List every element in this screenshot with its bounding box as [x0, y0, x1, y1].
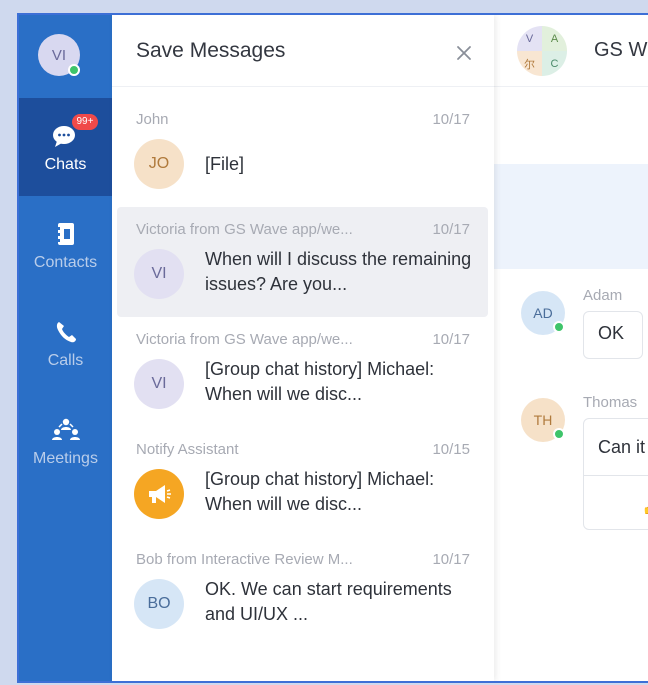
online-status-dot: [553, 321, 565, 333]
message-sender: John: [136, 111, 169, 128]
close-icon[interactable]: [456, 45, 472, 61]
avatar-initials: AD: [533, 305, 553, 321]
saved-message-item[interactable]: Notify Assistant 10/15 [Group chat histo…: [117, 427, 488, 537]
notice-band: [494, 164, 648, 269]
online-status-dot: [553, 428, 565, 440]
panel-title: Save Messages: [136, 38, 286, 62]
thumbs-up-icon[interactable]: 👍: [642, 497, 648, 517]
meeting-people-icon: [51, 416, 81, 444]
chat-area: V A 尔 C GS W Adam AD OK Thomas TH Can it: [494, 15, 648, 681]
saved-message-item[interactable]: Victoria from GS Wave app/we... 10/17 VI…: [117, 317, 488, 427]
chat-bubble[interactable]: OK: [583, 311, 643, 359]
group-avatar-cell: A: [542, 26, 567, 51]
save-messages-panel: Save Messages John 10/17 JO [File] Victo…: [112, 15, 494, 681]
message-preview: [File]: [205, 154, 245, 174]
avatar[interactable]: AD: [521, 291, 565, 335]
message-sender: Victoria from GS Wave app/we...: [136, 221, 353, 238]
message-date: 10/17: [432, 551, 470, 568]
avatar: JO: [134, 139, 184, 189]
chat-message-sender: Thomas: [583, 394, 638, 411]
avatar: VI: [134, 249, 184, 299]
bubble-divider: [584, 475, 648, 476]
chat-header: V A 尔 C GS W: [494, 15, 648, 87]
message-preview: [Group chat history] Michael: When will …: [205, 469, 435, 514]
avatar-initials: BO: [147, 595, 171, 612]
message-date: 10/17: [432, 111, 470, 128]
sidebar: VI 99+ Chats Contacts Calls Meetings: [19, 15, 112, 681]
sidebar-item-meetings[interactable]: Meetings: [19, 392, 112, 490]
avatar-initials: TH: [533, 412, 553, 428]
sidebar-item-label: Meetings: [33, 450, 98, 467]
user-avatar-initials: VI: [51, 46, 67, 64]
saved-message-item[interactable]: Victoria from GS Wave app/we... 10/17 VI…: [117, 207, 488, 317]
message-preview: [Group chat history] Michael: When will …: [205, 359, 435, 404]
group-avatar-cell: V: [517, 26, 542, 51]
chat-bubble[interactable]: Can it 👍: [583, 418, 648, 530]
group-avatar-cell: 尔: [517, 51, 542, 76]
megaphone-icon: [134, 469, 184, 519]
message-sender: Notify Assistant: [136, 441, 239, 458]
saved-message-item[interactable]: John 10/17 JO [File]: [117, 97, 488, 207]
avatar: VI: [134, 359, 184, 409]
message-preview: When will I discuss the remaining issues…: [205, 249, 472, 294]
chat-message-sender: Adam: [583, 287, 623, 304]
online-status-dot: [68, 64, 80, 76]
group-avatar[interactable]: V A 尔 C: [517, 26, 567, 76]
window-frame: VI 99+ Chats Contacts Calls Meetings Sav…: [0, 0, 648, 685]
message-sender: Victoria from GS Wave app/we...: [136, 331, 353, 348]
phone-icon: [55, 318, 77, 346]
unread-badge: 99+: [71, 114, 99, 130]
sidebar-item-calls[interactable]: Calls: [19, 294, 112, 392]
sidebar-item-chats[interactable]: 99+ Chats: [19, 98, 112, 196]
sidebar-item-contacts[interactable]: Contacts: [19, 196, 112, 294]
chat-bubble-text: Can it: [598, 437, 646, 457]
message-preview: OK. We can start requirements and UI/UX …: [205, 579, 452, 624]
sidebar-item-label: Contacts: [33, 254, 98, 271]
message-date: 10/17: [432, 331, 470, 348]
panel-header: Save Messages: [112, 15, 494, 87]
message-date: 10/17: [432, 221, 470, 238]
avatar-initials: JO: [148, 155, 170, 172]
saved-message-item[interactable]: Bob from Interactive Review M... 10/17 B…: [117, 537, 488, 647]
app-window: VI 99+ Chats Contacts Calls Meetings Sav…: [17, 13, 648, 683]
message-sender: Bob from Interactive Review M...: [136, 551, 353, 568]
message-date: 10/15: [432, 441, 470, 458]
user-avatar[interactable]: VI: [38, 34, 80, 76]
chat-bubble-icon: 99+: [52, 114, 99, 150]
avatar-initials: VI: [151, 265, 167, 282]
avatar-initials: VI: [151, 375, 167, 392]
sidebar-item-label: Chats: [44, 156, 87, 173]
chat-bubble-text: OK: [598, 323, 625, 343]
contacts-book-icon: [54, 220, 77, 248]
avatar[interactable]: TH: [521, 398, 565, 442]
group-avatar-cell: C: [542, 51, 567, 76]
avatar: BO: [134, 579, 184, 629]
sidebar-item-label: Calls: [47, 352, 84, 369]
chat-title: GS W: [594, 39, 648, 61]
